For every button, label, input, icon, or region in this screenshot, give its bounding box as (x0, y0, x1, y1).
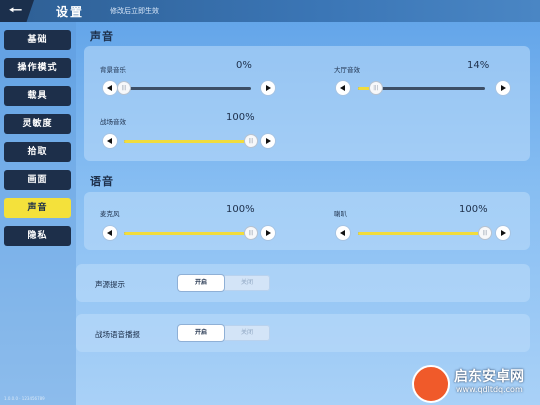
microphone-increase-button[interactable] (261, 226, 275, 240)
microphone-slider-handle[interactable]: ||| (245, 227, 257, 239)
watermark-name: 启东安卓网 (454, 369, 524, 385)
settings-hint: 修改后立即生效 (110, 7, 159, 15)
bgm-increase-button[interactable] (261, 81, 275, 95)
battle-voice-row (76, 314, 530, 352)
battle-voice-off-option[interactable]: 关闭 (224, 325, 270, 341)
top-bar: 🠐 设置 修改后立即生效 (0, 0, 540, 22)
battle-voice-on-option[interactable]: 开启 (178, 325, 224, 341)
bgm-value: 0% (236, 60, 252, 71)
microphone-value: 100% (226, 204, 255, 215)
microphone-slider-fill (124, 232, 251, 235)
battle-sfx-slider-handle[interactable]: ||| (245, 135, 257, 147)
lobby-sfx-slider-handle[interactable]: ||| (369, 82, 382, 94)
watermark-url: www.qdltdq.com (456, 385, 523, 394)
bgm-decrease-button[interactable] (103, 81, 117, 95)
sound-section-title: 声音 (90, 30, 114, 43)
tab-graphics[interactable]: 画面 (4, 170, 71, 190)
voice-section-title: 语音 (90, 175, 114, 188)
tab-basic[interactable]: 基础 (4, 30, 71, 50)
sound-source-on-option[interactable]: 开启 (178, 275, 224, 291)
tab-sound[interactable]: 声音 (4, 198, 71, 218)
battle-voice-label: 战场语音播报 (95, 330, 140, 339)
tab-sensitivity[interactable]: 灵敏度 (4, 114, 71, 134)
battle-voice-toggle[interactable]: 开启 关闭 (178, 325, 270, 341)
sound-panel (84, 46, 530, 161)
voice-panel (84, 192, 530, 250)
tab-vehicle[interactable]: 载具 (4, 86, 71, 106)
lobby-sfx-increase-button[interactable] (496, 81, 510, 95)
speaker-label: 喇叭 (334, 210, 347, 218)
lobby-sfx-label: 大厅音效 (334, 66, 360, 74)
speaker-slider[interactable]: ||| (358, 227, 491, 239)
microphone-label: 麦克风 (100, 210, 120, 218)
lobby-sfx-slider[interactable]: ||| (358, 82, 485, 94)
battle-sfx-value: 100% (226, 112, 255, 123)
lobby-sfx-value: 14% (467, 60, 490, 71)
page-title: 设置 (56, 5, 85, 19)
sound-source-toggle[interactable]: 开启 关闭 (178, 275, 270, 291)
microphone-decrease-button[interactable] (103, 226, 117, 240)
sidebar: 基础 操作模式 载具 灵敏度 拾取 画面 声音 隐私 (0, 22, 76, 405)
arrow-left-icon: 🠐 (9, 1, 23, 19)
tab-privacy[interactable]: 隐私 (4, 226, 71, 246)
sound-source-off-option[interactable]: 关闭 (224, 275, 270, 291)
microphone-slider[interactable]: ||| (124, 227, 257, 239)
speaker-slider-handle[interactable]: ||| (479, 227, 491, 239)
back-button[interactable]: 🠐 (0, 0, 34, 22)
tab-control-mode[interactable]: 操作模式 (4, 58, 71, 78)
watermark: 启东安卓网 www.qdltdq.com (408, 362, 540, 405)
tab-pickup[interactable]: 拾取 (4, 142, 71, 162)
watermark-logo (412, 365, 450, 403)
speaker-value: 100% (459, 204, 488, 215)
bgm-slider-handle[interactable]: ||| (118, 82, 130, 94)
battle-sfx-slider-fill (124, 140, 251, 143)
speaker-increase-button[interactable] (496, 226, 510, 240)
speaker-slider-fill (358, 232, 485, 235)
sound-source-row (76, 264, 530, 302)
battle-sfx-decrease-button[interactable] (103, 134, 117, 148)
version-text: 1.0.0.0 · 123456789 (4, 396, 45, 401)
bgm-slider[interactable]: ||| (118, 82, 251, 94)
speaker-decrease-button[interactable] (336, 226, 350, 240)
sound-source-label: 声源提示 (95, 280, 125, 289)
battle-sfx-slider[interactable]: ||| (124, 135, 257, 147)
battle-sfx-label: 战场音效 (100, 118, 126, 126)
bgm-label: 背景音乐 (100, 66, 126, 74)
battle-sfx-increase-button[interactable] (261, 134, 275, 148)
lobby-sfx-decrease-button[interactable] (336, 81, 350, 95)
